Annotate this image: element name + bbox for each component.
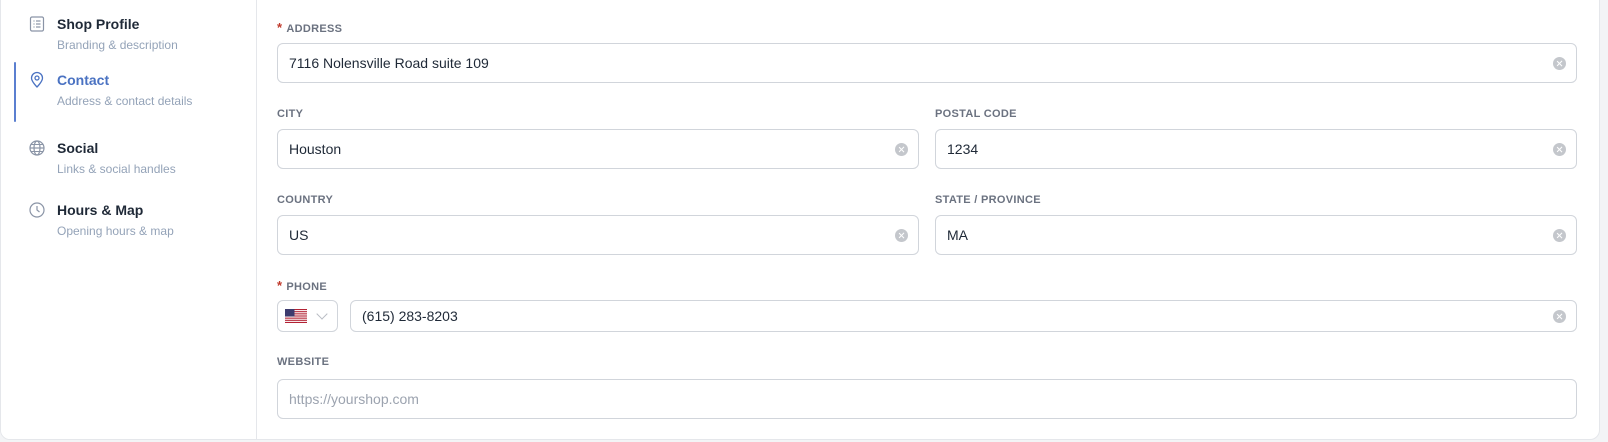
city-label: CITY [277,108,304,120]
postal-code-label: POSTAL CODE [935,108,1017,120]
chevron-down-icon [316,308,328,320]
phone-label: * PHONE [277,278,327,293]
website-label: WEBSITE [277,356,330,368]
phone-input[interactable]: (615) 283-8203 [350,300,1577,332]
clear-icon[interactable] [1553,143,1566,156]
postal-code-input[interactable]: 1234 [935,129,1577,169]
sidebar-item-shop-profile[interactable]: Shop Profile Branding & description [1,6,257,66]
state-province-value: MA [947,227,968,243]
state-province-label: STATE / PROVINCE [935,194,1041,206]
sidebar-item-social[interactable]: Social Links & social handles [1,130,257,190]
sidebar-item-hours-map[interactable]: Hours & Map Opening hours & map [1,192,257,252]
sidebar-item-contact[interactable]: Contact Address & contact details [1,62,257,122]
sidebar-item-label: Contact [57,72,110,88]
settings-panel: Shop Profile Branding & description Cont… [0,0,1600,440]
country-input[interactable]: US [277,215,919,255]
phone-country-select[interactable] [277,300,338,332]
address-value: 7116 Nolensville Road suite 109 [289,55,489,71]
active-indicator [14,62,16,122]
website-placeholder: https://yourshop.com [289,391,419,407]
country-value: US [289,227,309,243]
clear-icon[interactable] [1553,229,1566,242]
clock-icon [29,202,45,218]
postal-code-value: 1234 [947,141,979,157]
sidebar: Shop Profile Branding & description Cont… [1,0,257,439]
state-province-input[interactable]: MA [935,215,1577,255]
clear-icon[interactable] [895,229,908,242]
required-marker: * [277,20,283,35]
clear-icon[interactable] [1553,57,1566,70]
required-marker: * [277,278,283,293]
sidebar-item-label: Social [57,140,99,156]
phone-value: (615) 283-8203 [362,308,458,324]
sidebar-item-label: Hours & Map [57,202,144,218]
us-flag-icon [285,309,307,323]
website-input[interactable]: https://yourshop.com [277,379,1577,419]
city-value: Houston [289,141,342,157]
globe-icon [29,140,45,156]
clear-icon[interactable] [895,143,908,156]
sidebar-item-description: Opening hours & map [57,224,174,238]
map-pin-icon [30,71,44,88]
address-label: * ADDRESS [277,20,343,35]
contact-form: * ADDRESS 7116 Nolensville Road suite 109… [257,0,1599,439]
sidebar-item-description: Address & contact details [57,94,193,108]
address-input[interactable]: 7116 Nolensville Road suite 109 [277,43,1577,83]
city-input[interactable]: Houston [277,129,919,169]
country-label: COUNTRY [277,194,334,206]
sidebar-item-description: Links & social handles [57,162,176,176]
clear-icon[interactable] [1553,310,1566,323]
document-list-icon [29,16,45,32]
sidebar-item-description: Branding & description [57,38,178,52]
sidebar-item-label: Shop Profile [57,16,140,32]
